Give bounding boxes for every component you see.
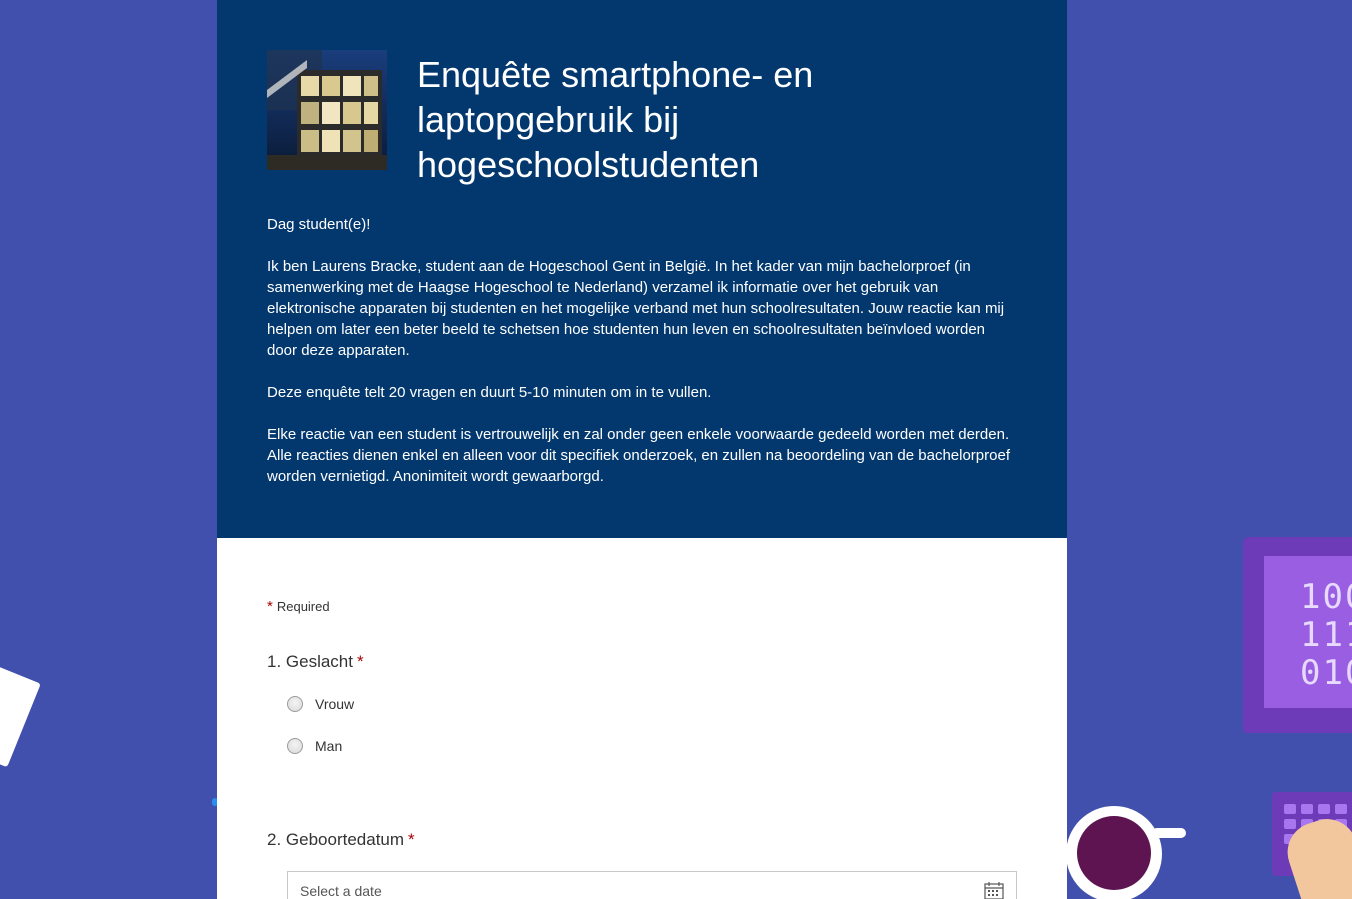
decorative-coffee [1077,816,1151,890]
form-description: Dag student(e)! Ik ben Laurens Bracke, s… [267,214,1017,508]
date-picker-input[interactable]: Select a date [287,871,1017,899]
header-building-image [267,50,387,170]
radio-label: Vrouw [315,696,355,712]
form-body: * Required 1. Geslacht * Vrouw Man 2. Gebo… [217,538,1067,899]
description-duration: Deze enquête telt 20 vragen en duurt 5-1… [267,384,712,401]
question-label: 2. Geboortedatum [267,830,405,849]
decorative-paper-shape [0,662,41,768]
decorative-cup-handle [1152,828,1186,838]
question-gender: 1. Geslacht * [267,652,364,672]
question-required-asterisk: * [408,830,415,849]
form-header: Enquête smartphone- en laptopgebruik bij… [217,0,1067,538]
building-photo-icon [267,50,387,170]
required-note: * Required [267,598,330,615]
description-greeting: Dag student(e)! [267,216,371,233]
description-privacy: Elke reactie van een student is vertrouw… [267,426,1010,485]
required-asterisk: * [267,598,273,615]
radio-option-vrouw[interactable]: Vrouw [287,696,354,712]
date-placeholder: Select a date [300,883,382,899]
required-label: Required [276,599,330,614]
form-title: Enquête smartphone- en laptopgebruik bij… [417,54,814,185]
form-card: Enquête smartphone- en laptopgebruik bij… [217,0,1067,899]
question-required-asterisk: * [357,652,364,671]
question-birthdate: 2. Geboortedatum * [267,830,415,850]
radio-option-man[interactable]: Man [287,738,342,754]
radio-button[interactable] [287,738,303,754]
radio-label: Man [315,738,343,754]
decorative-binary-digits: 100 111 010 [1300,577,1352,693]
calendar-icon[interactable] [984,882,1004,899]
question-label: 1. Geslacht [267,652,353,671]
radio-button[interactable] [287,696,303,712]
description-intro: Ik ben Laurens Bracke, student aan de Ho… [267,258,1005,359]
